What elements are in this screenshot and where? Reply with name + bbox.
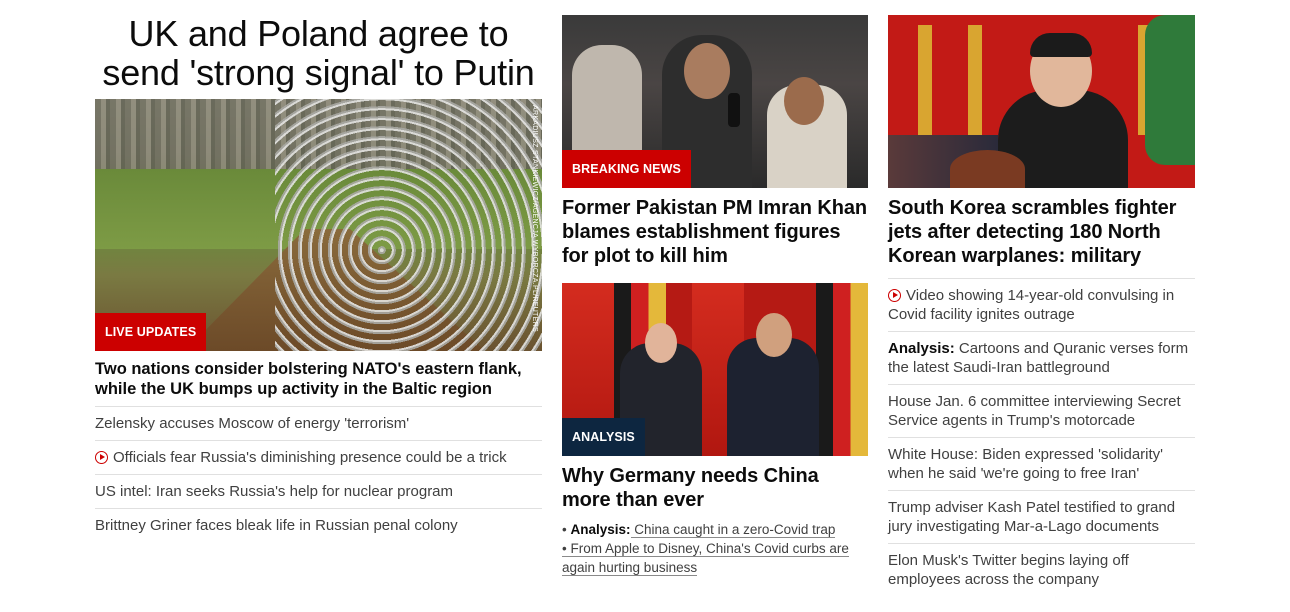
image-credit: ARKADIUSZ STANKIEWICZ/AGENCJA WYBORCZA.P… [531, 105, 538, 332]
related-link[interactable]: Brittney Griner faces bleak life in Russ… [95, 509, 542, 542]
related-link[interactable]: Video showing 14-year-old convulsing in … [888, 279, 1195, 332]
related-link[interactable]: House Jan. 6 committee interviewing Secr… [888, 385, 1195, 438]
related-links: Zelensky accuses Moscow of energy 'terro… [95, 407, 542, 542]
top-story-image[interactable]: ARKADIUSZ STANKIEWICZ/AGENCJA WYBORCZA.P… [95, 99, 542, 351]
analysis-badge: ANALYSIS [562, 418, 645, 456]
right-column: South Korea scrambles fighter jets after… [888, 15, 1195, 596]
related-link[interactable]: US intel: Iran seeks Russia's help for n… [95, 475, 542, 509]
related-link[interactable]: Elon Musk's Twitter begins laying off em… [888, 544, 1195, 596]
related-link[interactable]: Zelensky accuses Moscow of energy 'terro… [95, 407, 542, 441]
kim-jong-un-image[interactable] [888, 15, 1195, 188]
related-link[interactable]: Trump adviser Kash Patel testified to gr… [888, 491, 1195, 544]
microphone-icon [728, 93, 740, 127]
related-link[interactable]: Analysis: Cartoons and Quranic verses fo… [888, 332, 1195, 385]
play-video-icon [888, 289, 901, 302]
top-story-column: UK and Poland agree to send 'strong sign… [95, 10, 542, 542]
related-link[interactable]: Officials fear Russia's diminishing pres… [95, 441, 542, 475]
sub-link[interactable]: • From Apple to Disney, China's Covid cu… [562, 539, 868, 577]
play-video-icon [95, 451, 108, 464]
sub-link[interactable]: • Analysis: China caught in a zero-Covid… [562, 520, 868, 539]
story-headline[interactable]: South Korea scrambles fighter jets after… [888, 196, 1195, 268]
related-link[interactable]: White House: Biden expressed 'solidarity… [888, 438, 1195, 491]
middle-column: BREAKING NEWS Former Pakistan PM Imran K… [562, 15, 868, 577]
story-headline[interactable]: Former Pakistan PM Imran Khan blames est… [562, 196, 868, 268]
top-story-title[interactable]: UK and Poland agree to send 'strong sign… [95, 10, 542, 92]
imran-khan-image[interactable]: BREAKING NEWS [562, 15, 868, 188]
story-headline[interactable]: Why Germany needs China more than ever [562, 464, 868, 512]
related-links: Video showing 14-year-old convulsing in … [888, 278, 1195, 596]
live-updates-badge: LIVE UPDATES [95, 313, 207, 351]
top-story-lead-headline[interactable]: Two nations consider bolstering NATO's e… [95, 359, 542, 399]
breaking-news-badge: BREAKING NEWS [562, 150, 691, 188]
story-sub-links: • Analysis: China caught in a zero-Covid… [562, 520, 868, 577]
germany-china-image[interactable]: ANALYSIS [562, 283, 868, 456]
